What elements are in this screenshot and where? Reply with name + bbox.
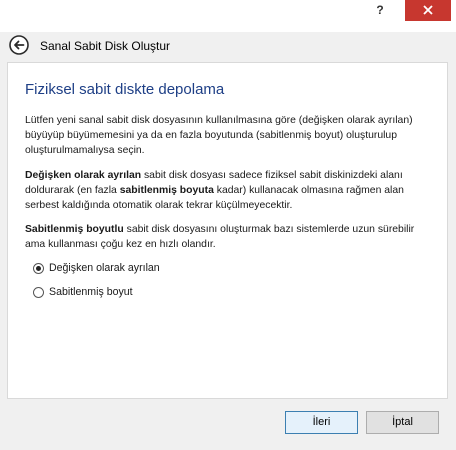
radio-fixed-button[interactable] — [33, 286, 44, 298]
radio-dynamic-label[interactable]: Değişken olarak ayrılan — [49, 262, 160, 274]
intro-text: Lütfen yeni sanal sabit disk dosyasının … — [25, 115, 413, 156]
page-title: Fiziksel sabit diskte depolama — [25, 81, 225, 98]
fixed-title: Sabitlenmiş boyutlu — [25, 224, 124, 235]
radio-dynamic-button[interactable] — [33, 262, 44, 274]
cancel-button[interactable]: İptal — [366, 411, 439, 434]
back-arrow-icon — [9, 35, 29, 55]
title-bar: ? — [0, 0, 456, 32]
fixed-description: Sabitlenmiş boyutlu sabit disk dosyasını… — [25, 222, 425, 252]
dynamic-bold: sabitlenmiş boyuta — [119, 185, 214, 196]
back-button[interactable] — [9, 35, 29, 55]
dynamic-title: Değişken olarak ayrılan — [25, 170, 142, 181]
radio-fixed-label[interactable]: Sabitlenmiş boyut — [49, 286, 133, 298]
close-icon — [423, 5, 433, 15]
dynamic-description: Değişken olarak ayrılan sabit disk dosya… — [25, 168, 425, 213]
help-button[interactable]: ? — [363, 0, 397, 21]
wizard-title: Sanal Sabit Disk Oluştur — [40, 39, 171, 53]
close-button[interactable] — [405, 0, 451, 21]
radio-fixed[interactable]: Sabitlenmiş boyut — [33, 284, 133, 300]
radio-dynamic[interactable]: Değişken olarak ayrılan — [33, 260, 160, 276]
wizard-header: Sanal Sabit Disk Oluştur — [0, 32, 456, 62]
next-button[interactable]: İleri — [285, 411, 358, 434]
